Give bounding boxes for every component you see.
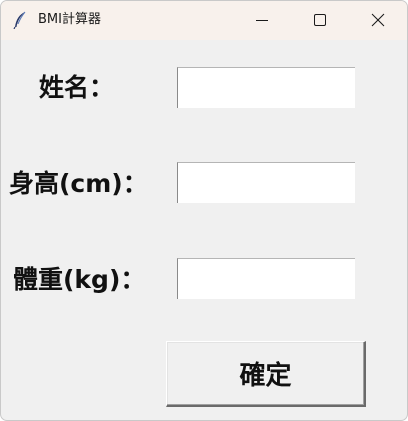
window-title: BMI計算器 <box>38 12 101 27</box>
minimize-icon <box>256 20 268 21</box>
maximize-button[interactable] <box>297 1 343 40</box>
maximize-icon <box>314 14 326 26</box>
name-label: 姓名： <box>39 73 115 102</box>
weight-label: 體重(kg)： <box>13 265 146 294</box>
height-input[interactable] <box>177 162 355 203</box>
height-label: 身高(cm)： <box>9 169 148 198</box>
title-bar[interactable]: BMI計算器 <box>1 1 407 40</box>
close-button[interactable] <box>355 1 401 40</box>
close-icon <box>371 13 385 27</box>
confirm-button[interactable]: 確定 <box>166 341 366 407</box>
name-input[interactable] <box>177 67 355 108</box>
weight-input[interactable] <box>177 258 355 299</box>
form-area: 姓名： 身高(cm)： 體重(kg)： 確定 <box>1 40 407 420</box>
minimize-button[interactable] <box>239 1 285 40</box>
feather-icon <box>13 11 26 29</box>
bmi-window: BMI計算器 姓名： 身高(cm)： 體重(kg)： 確定 <box>0 0 408 421</box>
